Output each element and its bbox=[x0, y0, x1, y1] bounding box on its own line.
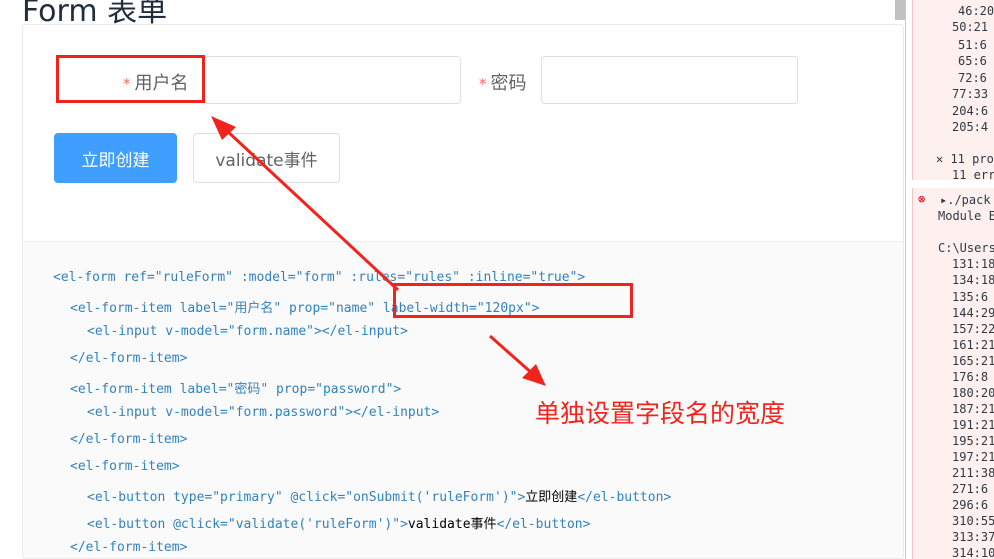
code-line: <el-form-item label="密码" prop="password"… bbox=[70, 382, 402, 397]
code-highlight-box bbox=[393, 283, 633, 318]
console-line: 50:21 bbox=[952, 20, 989, 34]
annotation-text: 单独设置字段名的宽度 bbox=[535, 399, 786, 428]
password-input[interactable] bbox=[541, 56, 798, 104]
code-line: <el-button type="primary" @click="onSubm… bbox=[87, 490, 672, 505]
console-line: 313:37 bbox=[952, 530, 994, 544]
validate-button[interactable]: validate事件 bbox=[193, 133, 340, 183]
label-highlight-box bbox=[56, 55, 205, 103]
code-line: </el-form-item> bbox=[70, 540, 188, 555]
console-line: 205:4 bbox=[952, 120, 989, 134]
console-line: 191:21 bbox=[952, 418, 994, 432]
console-line: 134:18 bbox=[952, 273, 994, 287]
console-line: 77:33 bbox=[952, 87, 989, 101]
console-line: 211:38 bbox=[952, 466, 994, 480]
code-line: </el-form-item> bbox=[70, 432, 188, 447]
console-error-count: 11 err bbox=[952, 168, 994, 182]
console-line: 197:21 bbox=[952, 450, 994, 464]
required-mark: * bbox=[479, 75, 487, 93]
console-line: 187:21 bbox=[952, 402, 994, 416]
console-line: 271:6 bbox=[952, 482, 989, 496]
console-line: 204:6 bbox=[952, 104, 989, 118]
console-error-module: Module E bbox=[938, 209, 994, 223]
password-label-text: 密码 bbox=[490, 73, 527, 94]
name-input[interactable] bbox=[203, 56, 461, 104]
code-line: <el-button @click="validate('ruleForm')"… bbox=[87, 517, 591, 532]
page-scrollbar-thumb[interactable] bbox=[895, 0, 905, 20]
console-line: 165:21 bbox=[952, 354, 994, 368]
console-line: 46:20 bbox=[958, 4, 994, 18]
console-line: 314:10 bbox=[952, 546, 994, 559]
console-line: 51:6 bbox=[958, 38, 987, 52]
console-line: 176:8 bbox=[952, 370, 989, 384]
console-line: 131:18 bbox=[952, 257, 994, 271]
console-line: 161:21 bbox=[952, 338, 994, 352]
console-line: 157:22 bbox=[952, 322, 994, 336]
code-line: <el-input v-model="form.password"></el-i… bbox=[87, 405, 440, 420]
submit-button[interactable]: 立即创建 bbox=[54, 133, 177, 183]
code-line: <el-form-item> bbox=[70, 459, 180, 474]
console-line: 296:6 bbox=[952, 498, 989, 512]
console-line: 310:55 bbox=[952, 514, 994, 528]
console-line: 72:6 bbox=[958, 71, 987, 85]
console-line: 144:29 bbox=[952, 306, 994, 320]
console-line: 180:20 bbox=[952, 386, 994, 400]
console-error-path[interactable]: ▸./pack bbox=[940, 193, 991, 207]
password-label: * 密码 bbox=[479, 69, 527, 95]
console-line: 195:21 bbox=[952, 434, 994, 448]
console-error-users: C:\Users bbox=[938, 241, 994, 255]
code-line: <el-input v-model="form.name"></el-input… bbox=[87, 324, 408, 339]
console-error-summary: ✕ 11 pro bbox=[936, 152, 994, 166]
console-line: 135:6 bbox=[952, 290, 989, 304]
code-line: </el-form-item> bbox=[70, 351, 188, 366]
error-circle-icon: ⊗ bbox=[918, 192, 926, 206]
devtools-console: 46:20 50:21 51:6 65:6 72:6 77:33 204:6 2… bbox=[905, 0, 994, 559]
console-line: 65:6 bbox=[958, 54, 987, 68]
